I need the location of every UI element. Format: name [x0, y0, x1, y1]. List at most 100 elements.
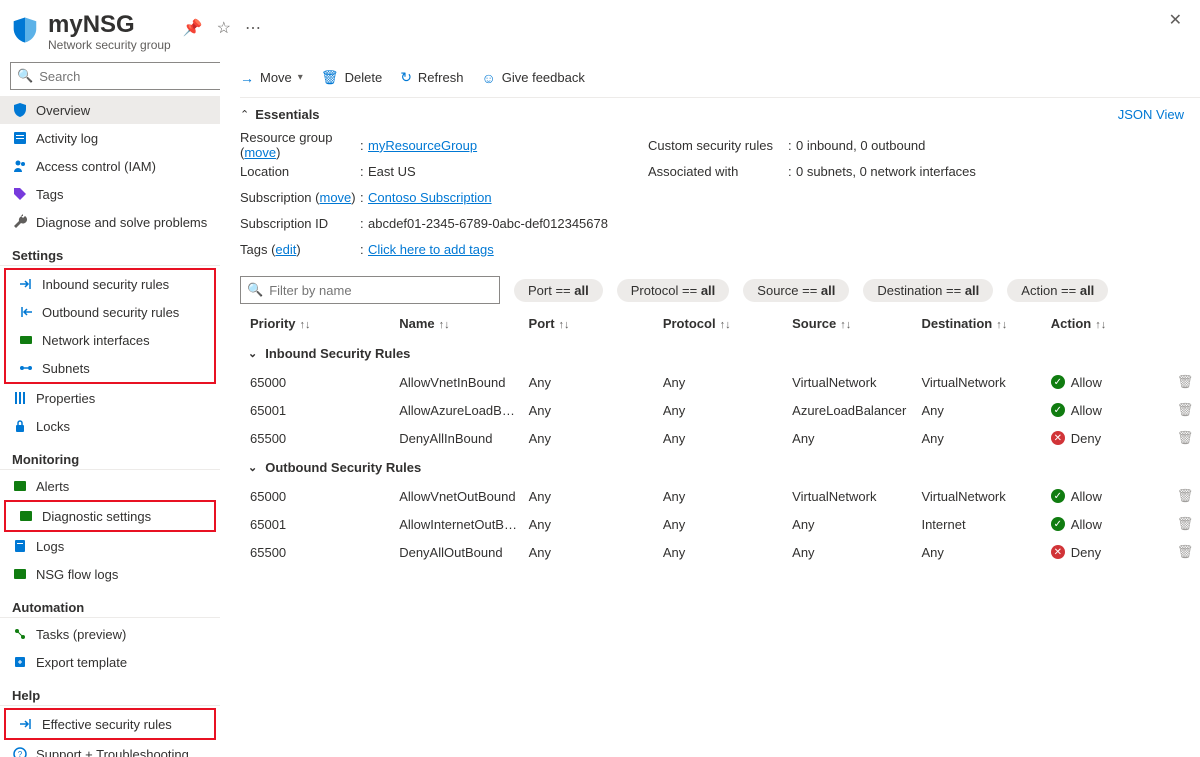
- sidebar-item-logs[interactable]: Logs: [0, 532, 220, 560]
- allow-icon: ✓: [1051, 517, 1065, 531]
- col-destination[interactable]: Destination: [921, 316, 992, 331]
- sidebar-item-subnets[interactable]: Subnets: [6, 354, 214, 382]
- rule-row[interactable]: 65001AllowInternetOutBoundAnyAnyAnyInter…: [240, 510, 1200, 538]
- sidebar-item-label: Logs: [36, 539, 64, 554]
- monitoring-header: Monitoring: [0, 440, 220, 470]
- essentials-value[interactable]: Contoso Subscription: [368, 190, 492, 205]
- sidebar-item-export-template[interactable]: Export template: [0, 648, 220, 676]
- delete-row-icon[interactable]: 🗑: [1177, 374, 1194, 389]
- sidebar-search[interactable]: 🔍: [10, 62, 220, 90]
- sidebar-item-alerts[interactable]: Alerts: [0, 472, 220, 500]
- filter-name-input[interactable]: [269, 283, 493, 298]
- more-icon[interactable]: ⋯: [245, 18, 261, 38]
- sidebar-item-diagnostic-settings[interactable]: Diagnostic settings: [6, 502, 214, 530]
- delete-row-icon[interactable]: 🗑: [1177, 516, 1194, 531]
- col-source[interactable]: Source: [792, 316, 836, 331]
- star-icon[interactable]: ☆: [217, 18, 231, 38]
- rule-row[interactable]: 65500DenyAllInBoundAnyAnyAnyAny✕Deny🗑: [240, 424, 1200, 452]
- sidebar-item-label: Activity log: [36, 131, 98, 146]
- rule-row[interactable]: 65000AllowVnetInBoundAnyAnyVirtualNetwor…: [240, 368, 1200, 396]
- sidebar-item-access-control-iam-[interactable]: Access control (IAM): [0, 152, 220, 180]
- col-priority[interactable]: Priority: [250, 316, 296, 331]
- edit-link[interactable]: edit: [275, 242, 296, 257]
- sidebar-item-inbound-security-rules[interactable]: Inbound security rules: [6, 270, 214, 298]
- sidebar-item-label: Access control (IAM): [36, 159, 156, 174]
- move-link[interactable]: move: [319, 190, 351, 205]
- delete-row-icon[interactable]: 🗑: [1177, 544, 1194, 559]
- sidebar-item-nsg-flow-logs[interactable]: NSG flow logs: [0, 560, 220, 588]
- page-title: myNSG: [48, 12, 171, 38]
- move-button[interactable]: →Move▾: [240, 70, 303, 86]
- essentials-value[interactable]: myResourceGroup: [368, 138, 477, 153]
- sidebar-item-tasks-preview-[interactable]: Tasks (preview): [0, 620, 220, 648]
- sidebar-item-outbound-security-rules[interactable]: Outbound security rules: [6, 298, 214, 326]
- alert-icon: [12, 478, 28, 494]
- essentials-value: 0 inbound, 0 outbound: [796, 138, 925, 153]
- json-view-link[interactable]: JSON View: [1118, 107, 1184, 122]
- col-protocol[interactable]: Protocol: [663, 316, 716, 331]
- sidebar-item-diagnose-and-solve-problems[interactable]: Diagnose and solve problems: [0, 208, 220, 236]
- tag-icon: [12, 186, 28, 202]
- sidebar-item-label: Subnets: [42, 361, 90, 376]
- allow-icon: ✓: [1051, 489, 1065, 503]
- chevron-down-icon: ⌄: [248, 461, 257, 474]
- delete-row-icon[interactable]: 🗑: [1177, 402, 1194, 417]
- sidebar-item-activity-log[interactable]: Activity log: [0, 124, 220, 152]
- sidebar-item-label: Outbound security rules: [42, 305, 179, 320]
- close-button[interactable]: ✕: [1169, 10, 1182, 30]
- delete-row-icon[interactable]: 🗑: [1177, 488, 1194, 503]
- filter-pill[interactable]: Action == all: [1007, 279, 1108, 302]
- col-name[interactable]: Name: [399, 316, 434, 331]
- sidebar-item-label: Tasks (preview): [36, 627, 126, 642]
- deny-icon: ✕: [1051, 545, 1065, 559]
- shield-icon: [12, 102, 28, 118]
- feedback-button[interactable]: ☺Give feedback: [481, 70, 584, 86]
- col-port[interactable]: Port: [529, 316, 555, 331]
- filter-pill[interactable]: Destination == all: [863, 279, 993, 302]
- sort-icon[interactable]: ↑↓: [439, 319, 450, 331]
- subnet-icon: [18, 360, 34, 376]
- sort-icon[interactable]: ↑↓: [996, 319, 1007, 331]
- essentials-value[interactable]: Click here to add tags: [368, 242, 494, 257]
- sidebar-item-label: Tags: [36, 187, 63, 202]
- sidebar-item-overview[interactable]: Overview: [0, 96, 220, 124]
- filter-pill[interactable]: Protocol == all: [617, 279, 730, 302]
- allow-icon: ✓: [1051, 403, 1065, 417]
- rule-row[interactable]: 65001AllowAzureLoadBalanc…AnyAnyAzureLoa…: [240, 396, 1200, 424]
- refresh-icon: ↻: [400, 69, 412, 86]
- rule-row[interactable]: 65500DenyAllOutBoundAnyAnyAnyAny✕Deny🗑: [240, 538, 1200, 566]
- sort-icon[interactable]: ↑↓: [559, 319, 570, 331]
- delete-button[interactable]: 🗑Delete: [321, 69, 382, 86]
- tasks-icon: [12, 626, 28, 642]
- sort-icon[interactable]: ↑↓: [1095, 319, 1106, 331]
- sidebar-item-label: Diagnostic settings: [42, 509, 151, 524]
- essentials-toggle[interactable]: ⌃ Essentials JSON View: [240, 98, 1200, 130]
- rule-group-header[interactable]: ⌄Inbound Security Rules: [240, 338, 1200, 368]
- eff-icon: [18, 716, 34, 732]
- filter-pill[interactable]: Source == all: [743, 279, 849, 302]
- support-icon: ?: [12, 746, 28, 757]
- filter-pill[interactable]: Port == all: [514, 279, 603, 302]
- refresh-button[interactable]: ↻Refresh: [400, 69, 463, 86]
- sidebar-item-tags[interactable]: Tags: [0, 180, 220, 208]
- sidebar-item-properties[interactable]: Properties: [0, 384, 220, 412]
- sidebar-item-label: Properties: [36, 391, 95, 406]
- sidebar-search-input[interactable]: [39, 69, 215, 84]
- svg-text:?: ?: [18, 750, 23, 757]
- essentials-value: 0 subnets, 0 network interfaces: [796, 164, 976, 179]
- sort-icon[interactable]: ↑↓: [840, 319, 851, 331]
- sort-icon[interactable]: ↑↓: [720, 319, 731, 331]
- sort-icon[interactable]: ↑↓: [300, 319, 311, 331]
- sidebar-item-network-interfaces[interactable]: Network interfaces: [6, 326, 214, 354]
- filter-input[interactable]: 🔍: [240, 276, 500, 304]
- sidebar-item-locks[interactable]: Locks: [0, 412, 220, 440]
- col-action[interactable]: Action: [1051, 316, 1091, 331]
- rule-row[interactable]: 65000AllowVnetOutBoundAnyAnyVirtualNetwo…: [240, 482, 1200, 510]
- delete-row-icon[interactable]: 🗑: [1177, 430, 1194, 445]
- pin-icon[interactable]: 📌: [183, 18, 203, 38]
- help-header: Help: [0, 676, 220, 706]
- sidebar-item-effective-security-rules[interactable]: Effective security rules: [6, 710, 214, 738]
- deny-icon: ✕: [1051, 431, 1065, 445]
- rule-group-header[interactable]: ⌄Outbound Security Rules: [240, 452, 1200, 482]
- sidebar-item-support-troubleshooting[interactable]: ?Support + Troubleshooting: [0, 740, 220, 757]
